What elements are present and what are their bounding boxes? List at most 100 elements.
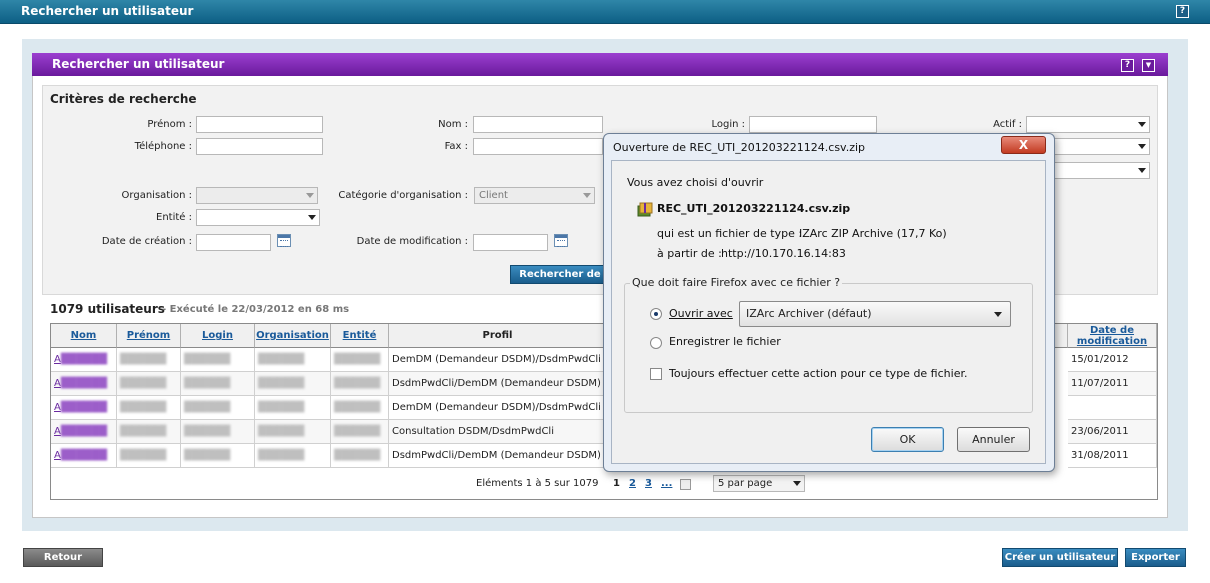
prenom-label: Prénom : [147,119,192,130]
page-link-3[interactable]: 3 [645,478,652,489]
per-page-select[interactable]: 5 par page [713,475,805,492]
organisation-select[interactable] [196,187,318,204]
app-titlebar: Rechercher un utilisateur [0,0,1210,24]
col-header-prenom[interactable]: Prénom [117,324,181,348]
redacted-text: ██████ [60,402,107,413]
redacted-text: ██████ [258,378,305,389]
cell-text-profil: Consultation DSDM/DsdmPwdCli [392,426,554,437]
redacted-text: ██████ [258,354,305,365]
entite-select[interactable] [196,209,320,226]
calendar-icon[interactable] [554,234,568,247]
chevron-down-icon [793,481,801,486]
table-cell-profil: DsdmPwdCli/DemDM (Demandeur DSDM) [389,372,607,396]
dialog-type-value: IZArc ZIP Archive (17,7 Ko) [799,227,947,240]
open-with-app-select[interactable]: IZArc Archiver (défaut) [739,301,1011,327]
cell-text-profil: DsdmPwdCli/DemDM (Demandeur DSDM) [392,450,601,461]
panel-collapse-icon[interactable]: ▼ [1142,59,1155,72]
creer-utilisateur-button[interactable]: Créer un utilisateur [1002,548,1118,567]
cancel-button[interactable]: Annuler [957,427,1030,452]
cell-text-nom[interactable]: A [54,426,61,437]
redacted-text: ██████ [120,354,167,365]
col-login-link[interactable]: Login [202,330,233,341]
next-page-icon[interactable] [680,479,691,490]
col-nom-link[interactable]: Nom [71,330,97,341]
table-cell-login: ██████ [181,444,255,468]
chevron-down-icon [1138,168,1146,173]
close-icon[interactable]: X [1001,136,1046,154]
page-link-more[interactable]: ... [661,478,672,489]
result-exec-time: - Exécuté le 22/03/2012 en 68 ms [162,304,350,315]
redacted-text: ██████ [184,450,231,461]
table-cell-date: 11/07/2011 [1068,372,1157,396]
table-cell-nom[interactable]: A██████ [51,444,117,468]
col-header-date[interactable]: Date de modification [1068,324,1157,348]
col-header-organisation[interactable]: Organisation [255,324,331,348]
page-help-icon[interactable]: ? [1176,5,1189,18]
cell-text-date: 11/07/2011 [1071,378,1129,389]
redacted-text: ██████ [258,450,305,461]
search-button[interactable]: Rechercher de [510,265,610,284]
col-prenom-link[interactable]: Prénom [127,330,170,341]
redacted-text: ██████ [60,354,107,365]
table-cell-login: ██████ [181,372,255,396]
col-header-nom[interactable]: Nom [51,324,117,348]
col-date-link-2[interactable]: modification [1077,336,1147,347]
col-organisation-link[interactable]: Organisation [256,330,329,341]
page-link-1[interactable]: 1 [613,478,620,489]
table-cell-nom[interactable]: A██████ [51,396,117,420]
cell-text-profil: DemDM (Demandeur DSDM)/DsdmPwdCli [392,402,601,413]
always-checkbox[interactable] [650,368,662,380]
cell-text-nom[interactable]: A [54,378,61,389]
login-input[interactable] [749,116,877,133]
pager-summary: Eléments 1 à 5 sur 1079 [476,478,599,489]
panel-help-icon[interactable]: ? [1121,59,1134,72]
redacted-text: ██████ [184,354,231,365]
result-count: 1079 utilisateurs [50,302,165,316]
dialog-title: Ouverture de REC_UTI_201203221124.csv.zi… [613,141,866,154]
table-cell-nom[interactable]: A██████ [51,420,117,444]
col-date-link-1[interactable]: Date de [1090,325,1134,336]
date-modification-input[interactable] [473,234,548,251]
table-cell-organisation: ██████ [255,396,331,420]
table-cell-prenom: ██████ [117,420,181,444]
cell-text-nom[interactable]: A [54,354,61,365]
cell-text-nom[interactable]: A [54,450,61,461]
categorie-label: Catégorie d'organisation : [338,190,468,201]
categorie-select[interactable]: Client [474,187,595,204]
redacted-text: ██████ [258,426,305,437]
actif-select[interactable] [1026,116,1150,133]
open-with-radio[interactable] [650,308,662,320]
cell-text-nom[interactable]: A [54,402,61,413]
col-header-profil: Profil [389,324,607,348]
nom-input[interactable] [473,116,603,133]
table-cell-nom[interactable]: A██████ [51,348,117,372]
save-file-label[interactable]: Enregistrer le fichier [669,335,781,348]
search-panel-title: Rechercher un utilisateur [52,57,225,71]
organisation-label: Organisation : [121,190,192,201]
fax-input[interactable] [473,138,603,155]
redacted-text: ██████ [120,426,167,437]
date-creation-label: Date de création : [101,236,192,247]
col-entite-link[interactable]: Entité [343,330,377,341]
page-title: Rechercher un utilisateur [21,4,194,18]
retour-button[interactable]: Retour [23,548,103,567]
date-creation-input[interactable] [196,234,271,251]
prenom-input[interactable] [196,116,323,133]
telephone-input[interactable] [196,138,323,155]
table-cell-login: ██████ [181,420,255,444]
table-cell-entite: ██████ [331,444,389,468]
table-cell-nom[interactable]: A██████ [51,372,117,396]
calendar-icon[interactable] [277,234,291,247]
redacted-text: ██████ [334,378,381,389]
ok-button[interactable]: OK [871,427,944,452]
page-link-2[interactable]: 2 [629,478,636,489]
save-file-radio[interactable] [650,337,662,349]
entite-label: Entité : [156,212,192,223]
open-with-label[interactable]: Ouvrir avec [669,307,733,320]
table-cell-profil: DemDM (Demandeur DSDM)/DsdmPwdCli [389,396,607,420]
col-header-entite[interactable]: Entité [331,324,389,348]
col-header-login[interactable]: Login [181,324,255,348]
always-label[interactable]: Toujours effectuer cette action pour ce … [669,367,967,380]
redacted-text: ██████ [60,450,107,461]
exporter-button[interactable]: Exporter [1125,548,1186,567]
